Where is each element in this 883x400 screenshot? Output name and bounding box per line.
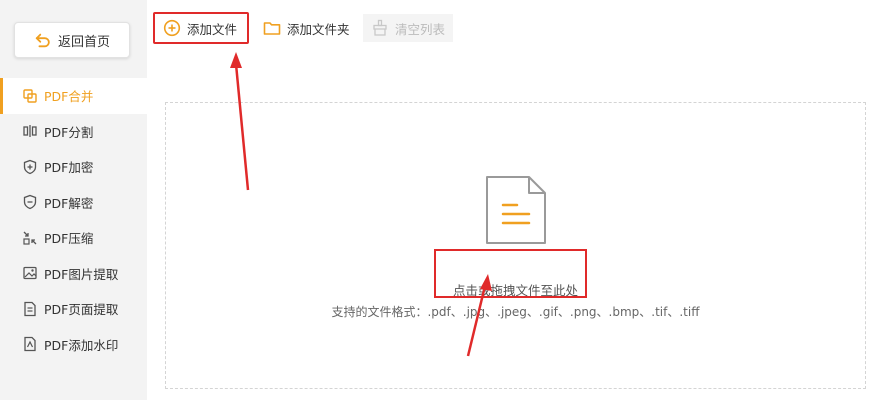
sidebar-item-pdf-watermark[interactable]: PDF添加水印 bbox=[0, 327, 147, 363]
sidebar-item-label: PDF添加水印 bbox=[44, 337, 119, 353]
sidebar-item-pdf-image-extract[interactable]: PDF图片提取 bbox=[0, 256, 147, 292]
add-folder-label: 添加文件夹 bbox=[287, 21, 350, 37]
sidebar-item-pdf-split[interactable]: PDF分割 bbox=[0, 114, 147, 150]
file-document-icon bbox=[486, 176, 546, 244]
compress-icon bbox=[23, 231, 37, 245]
plus-circle-icon bbox=[163, 19, 181, 37]
sidebar-item-label: PDF图片提取 bbox=[44, 266, 119, 282]
image-icon bbox=[23, 267, 37, 280]
file-drop-zone[interactable]: 点击或拖拽文件至此处 支持的文件格式：.pdf、.jpg、.jpeg、.gif、… bbox=[165, 102, 866, 389]
shield-plus-icon bbox=[23, 159, 37, 174]
sidebar-item-label: PDF解密 bbox=[44, 195, 94, 211]
add-file-button[interactable]: 添加文件 bbox=[153, 12, 249, 44]
sidebar-item-pdf-page-extract[interactable]: PDF页面提取 bbox=[0, 291, 147, 327]
clear-list-button[interactable]: 清空列表 bbox=[363, 14, 454, 42]
broom-icon bbox=[373, 19, 387, 36]
folder-icon bbox=[263, 22, 281, 35]
sidebar-item-pdf-merge[interactable]: PDF合并 bbox=[0, 78, 147, 114]
toolbar: 添加文件 添加文件夹 清空列表 bbox=[147, 10, 883, 44]
sidebar-item-label: PDF页面提取 bbox=[44, 302, 119, 318]
sidebar-item-label: PDF加密 bbox=[44, 160, 94, 176]
sidebar-item-pdf-compress[interactable]: PDF压缩 bbox=[0, 220, 147, 256]
back-home-label: 返回首页 bbox=[57, 34, 110, 50]
shield-minus-icon bbox=[23, 195, 37, 210]
supported-formats-text: 支持的文件格式：.pdf、.jpg、.jpeg、.gif、.png、.bmp、.… bbox=[331, 305, 700, 319]
split-icon bbox=[23, 125, 37, 138]
sidebar: 返回首页 PDF合并 PDF分割 PDF加密 PDF解密 PDF压缩 PDF图片… bbox=[0, 0, 147, 400]
main-panel: 添加文件 添加文件夹 清空列表 点击或拖拽文件至此处 支持的文件格式：.pdf、… bbox=[147, 0, 883, 400]
page-icon bbox=[24, 301, 36, 316]
sidebar-nav: PDF合并 PDF分割 PDF加密 PDF解密 PDF压缩 PDF图片提取 PD… bbox=[0, 78, 147, 362]
back-home-button[interactable]: 返回首页 bbox=[14, 22, 130, 58]
merge-icon bbox=[23, 89, 37, 103]
sidebar-item-label: PDF合并 bbox=[44, 89, 94, 105]
clear-list-label: 清空列表 bbox=[395, 21, 446, 37]
sidebar-item-pdf-encrypt[interactable]: PDF加密 bbox=[0, 149, 147, 185]
drop-hint-text: 点击或拖拽文件至此处 bbox=[452, 283, 578, 298]
back-arrow-icon bbox=[35, 33, 50, 48]
sidebar-item-label: PDF分割 bbox=[44, 124, 94, 140]
sidebar-item-label: PDF压缩 bbox=[44, 231, 94, 247]
add-file-label: 添加文件 bbox=[187, 21, 238, 37]
sidebar-item-pdf-decrypt[interactable]: PDF解密 bbox=[0, 185, 147, 221]
watermark-icon bbox=[24, 337, 36, 352]
add-folder-button[interactable]: 添加文件夹 bbox=[255, 14, 358, 42]
